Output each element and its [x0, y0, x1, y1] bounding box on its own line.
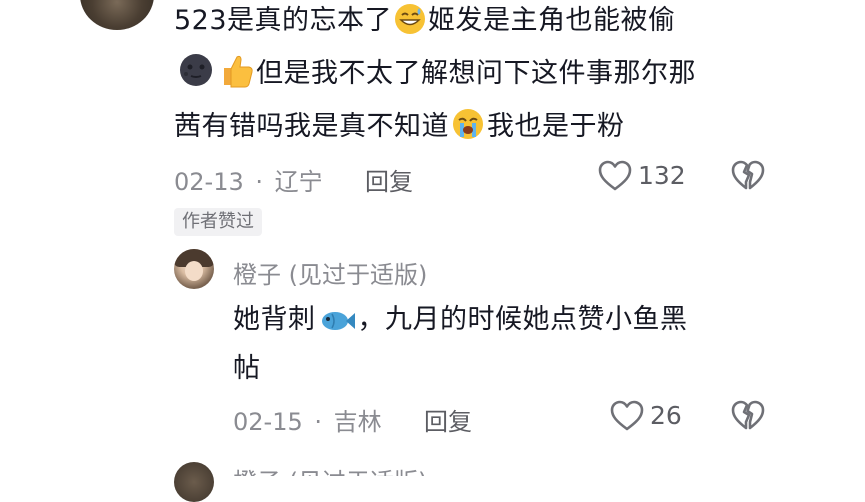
reply-text-segment: ，九月的时候她点赞小鱼黑 [357, 304, 688, 335]
comment-text-segment: 但是我不太了解想问下这件事那尔那 [256, 58, 696, 89]
reply-location: 吉林 [333, 408, 382, 436]
meta-separator: · [255, 168, 264, 196]
next-reply-username: 橙子 (见过于适版) [233, 466, 653, 476]
meta-separator: · [314, 408, 323, 436]
reply-username[interactable]: 橙子 (见过于适版) [233, 255, 427, 290]
comment-line-2: 但是我不太了解想问下这件事那尔那 [174, 47, 696, 107]
thumbs-up-emoji-icon [220, 52, 254, 107]
reply-reply-button[interactable]: 回复 [424, 402, 472, 437]
comment-reply-button[interactable]: 回复 [365, 162, 413, 197]
comment-like-count: 132 [638, 161, 686, 190]
reply-meta: 02-15 · 吉林 [233, 402, 382, 437]
broken-heart-icon[interactable] [731, 400, 765, 432]
heart-outline-icon[interactable] [610, 400, 644, 432]
comment-text-segment: 茜有错吗我是真不知道 [174, 111, 449, 142]
broken-heart-icon[interactable] [731, 160, 765, 192]
replier-avatar[interactable] [174, 249, 214, 289]
reply-date: 02-15 [233, 408, 303, 436]
heart-outline-icon[interactable] [598, 160, 632, 192]
reply-line-2: 帖 [233, 353, 261, 384]
next-reply-username-text: 橙子 (见过于适版) [233, 468, 427, 476]
next-replier-avatar[interactable] [174, 462, 214, 502]
reply-text-segment: 她背刺 [233, 304, 316, 335]
reply-line-1: 她背刺 ，九月的时候她点赞小鱼黑 [233, 293, 688, 353]
comment-line-3: 茜有错吗我是真不知道 我也是于粉 [174, 100, 625, 160]
commenter-avatar[interactable] [80, 0, 154, 30]
new-moon-face-emoji-icon [176, 52, 216, 107]
reply-like-count: 26 [650, 401, 682, 430]
fish-emoji-icon [318, 299, 356, 353]
comment-date: 02-13 [174, 168, 244, 196]
comment-meta: 02-13 · 辽宁 [174, 162, 323, 197]
avatar-face [185, 261, 203, 281]
grinning-sweat-emoji-icon [394, 0, 426, 54]
comment-location: 辽宁 [274, 168, 323, 196]
comment-text-segment: 姬发是主角也能被偷 [428, 5, 676, 36]
comment-text-segment: 523是真的忘本了 [174, 5, 393, 36]
author-liked-badge: 作者赞过 [174, 208, 262, 236]
comment-text-segment: 我也是于粉 [487, 111, 625, 142]
loudly-crying-emoji-icon [451, 106, 485, 160]
comment-line-1: 523是真的忘本了 姬发是主角也能被偷 [174, 0, 676, 54]
